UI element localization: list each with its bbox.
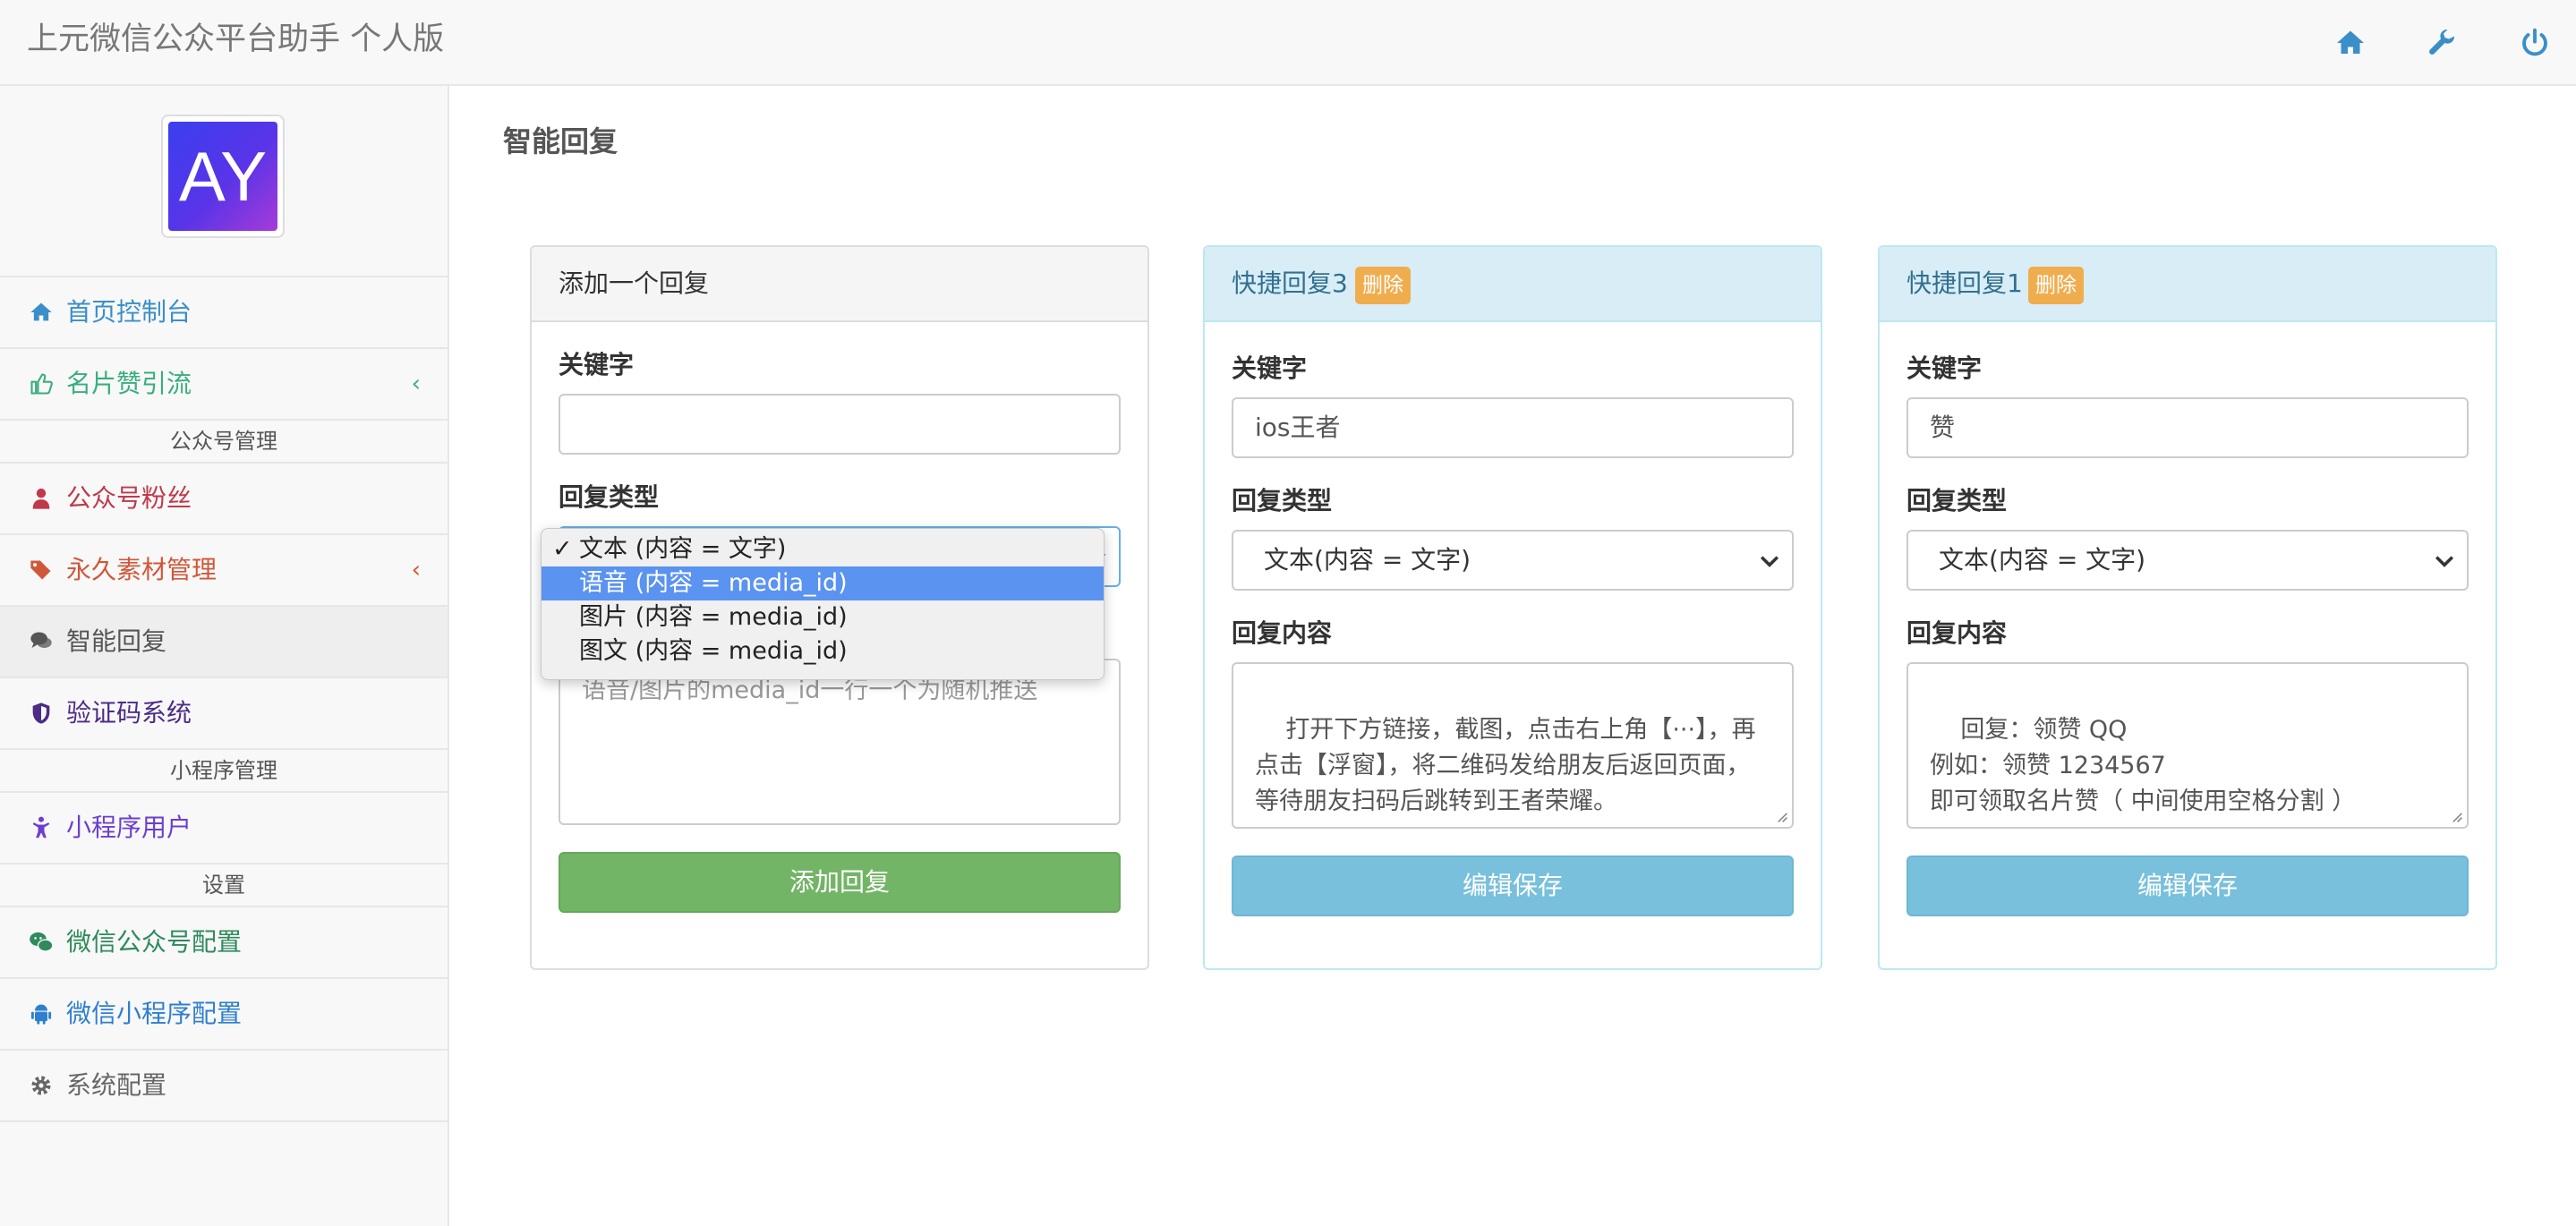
page-title: 智能回复	[503, 124, 618, 158]
sidebar-item-label: 首页控制台	[66, 297, 192, 327]
sidebar-item-label: 微信公众号配置	[66, 927, 243, 957]
section-header-settings: 设置	[0, 863, 448, 906]
reply-type-value: 文本(内容 = 文字)	[1264, 545, 1471, 575]
sidebar-item-materials[interactable]: 永久素材管理 ‹	[0, 533, 448, 605]
dropdown-option-news[interactable]: 图文 (内容 = media_id)	[542, 634, 1104, 668]
dropdown-option-text[interactable]: ✓ 文本 (内容 = 文字)	[542, 532, 1104, 566]
check-icon: ✓	[552, 535, 573, 563]
reply-type-dropdown: ✓ 文本 (内容 = 文字) 语音 (内容 = media_id) 图片 (内容…	[541, 528, 1105, 680]
sidebar-item-smart-reply[interactable]: 智能回复	[0, 605, 448, 677]
sidebar-item-wechat-config[interactable]: 微信公众号配置	[0, 906, 448, 977]
reply-content-textarea[interactable]: 打开下方链接，截图，点击右上角【···】，再点击【浮窗】，将二维码发给朋友后返回…	[1232, 662, 1794, 829]
dropdown-option-image[interactable]: 图片 (内容 = media_id)	[542, 600, 1104, 634]
reply-type-label: 回复类型	[1232, 486, 1333, 515]
reply-content-label: 回复内容	[1906, 618, 2008, 648]
sidebar-item-label: 小程序用户	[66, 813, 192, 842]
reply-type-value: 文本(内容 = 文字)	[1939, 545, 2146, 575]
sidebar-item-card-likes[interactable]: 名片赞引流 ‹	[0, 347, 448, 419]
chevron-left-icon: ‹	[411, 370, 421, 397]
quick-reply-panel-3: 快捷回复3 删除 关键字 ios王者 回复类型 文本(内容 = 文字) 回复内容…	[1203, 245, 1822, 970]
reply-content-label: 回复内容	[1232, 618, 1333, 648]
reply-content-text: 回复：领赞 QQ 例如：领赞 1234567 即可领取名片赞（ 中间使用空格分割…	[1930, 716, 2357, 815]
shield-icon	[29, 701, 54, 726]
sidebar-item-label: 微信小程序配置	[66, 999, 243, 1028]
panel-title: 添加一个回复	[559, 268, 710, 298]
app-title[interactable]: 上元微信公众平台助手 个人版	[27, 20, 444, 59]
resize-handle-icon[interactable]	[1774, 809, 1788, 823]
sidebar-item-followers[interactable]: 公众号粉丝	[0, 462, 448, 533]
keyword-label: 关键字	[1232, 353, 1308, 383]
keyword-label: 关键字	[1906, 353, 1983, 383]
sidebar-item-label: 智能回复	[66, 626, 167, 656]
panel-header: 快捷回复3 删除	[1205, 247, 1821, 322]
keyword-input[interactable]: ios王者	[1232, 397, 1794, 458]
power-icon[interactable]	[2519, 27, 2551, 59]
gear-icon	[29, 1073, 54, 1098]
sidebar-item-label: 永久素材管理	[66, 555, 218, 584]
resize-handle-icon[interactable]	[2449, 809, 2463, 823]
sidebar-item-dashboard[interactable]: 首页控制台	[0, 276, 448, 347]
chevron-down-icon	[2435, 556, 2454, 567]
reply-type-select[interactable]: 文本(内容 = 文字)	[1232, 530, 1794, 591]
thumbs-up-icon	[29, 371, 54, 396]
android-icon	[29, 1001, 54, 1026]
reply-type-label: 回复类型	[1906, 486, 2008, 515]
reply-content-text: 打开下方链接，截图，点击右上角【···】，再点击【浮窗】，将二维码发给朋友后返回…	[1255, 716, 1756, 815]
chevron-down-icon	[1760, 556, 1779, 567]
user-icon	[29, 486, 54, 511]
keyword-input[interactable]	[559, 394, 1121, 455]
wrench-icon[interactable]	[2427, 27, 2460, 59]
home-icon	[29, 300, 54, 325]
tags-icon	[29, 558, 54, 583]
sidebar-item-captcha[interactable]: 验证码系统	[0, 677, 448, 748]
logo: AY	[168, 122, 277, 231]
section-header-mini-program: 小程序管理	[0, 748, 448, 791]
sidebar-item-label: 系统配置	[66, 1070, 167, 1100]
home-icon[interactable]	[2334, 27, 2367, 59]
delete-button[interactable]: 删除	[1355, 267, 1411, 304]
reply-content-textarea[interactable]: 回复：领赞 QQ 例如：领赞 1234567 即可领取名片赞（ 中间使用空格分割…	[1906, 662, 2469, 829]
sidebar-item-label: 验证码系统	[66, 698, 192, 728]
edit-save-button[interactable]: 编辑保存	[1906, 856, 2469, 916]
child-icon	[29, 815, 54, 840]
sidebar-item-mini-config[interactable]: 微信小程序配置	[0, 977, 448, 1049]
keyword-input[interactable]: 赞	[1906, 397, 2469, 458]
add-reply-button[interactable]: 添加回复	[559, 852, 1121, 913]
top-navbar: 上元微信公众平台助手 个人版	[0, 0, 2576, 86]
panel-title: 快捷回复3	[1232, 268, 1348, 298]
comments-icon	[29, 629, 54, 654]
delete-button[interactable]: 删除	[2028, 267, 2084, 304]
panel-title: 快捷回复1	[1906, 268, 2023, 298]
reply-type-label: 回复类型	[559, 482, 660, 512]
dropdown-option-voice[interactable]: 语音 (内容 = media_id)	[542, 566, 1104, 600]
sidebar: AY 首页控制台 名片赞引流 ‹ 公众号管理 公众号粉丝 永久素材管理 ‹ 智能…	[0, 86, 449, 1226]
panel-header: 添加一个回复	[532, 247, 1147, 322]
avatar: AY	[161, 115, 285, 238]
wechat-icon	[29, 930, 54, 955]
edit-save-button[interactable]: 编辑保存	[1232, 856, 1794, 916]
sidebar-item-system-config[interactable]: 系统配置	[0, 1049, 448, 1122]
section-header-official-account: 公众号管理	[0, 419, 448, 462]
panel-header: 快捷回复1 删除	[1880, 247, 2495, 322]
sidebar-item-label: 公众号粉丝	[66, 483, 192, 513]
chevron-left-icon: ‹	[411, 557, 421, 583]
sidebar-item-label: 名片赞引流	[66, 369, 192, 398]
reply-content-textarea[interactable]: 语音/图片的media_id一行一个为随机推送	[559, 659, 1121, 825]
sidebar-item-mini-users[interactable]: 小程序用户	[0, 791, 448, 863]
reply-type-select[interactable]: 文本(内容 = 文字)	[1906, 530, 2469, 591]
keyword-label: 关键字	[559, 350, 635, 379]
quick-reply-panel-1: 快捷回复1 删除 关键字 赞 回复类型 文本(内容 = 文字) 回复内容 回复：…	[1878, 245, 2497, 970]
